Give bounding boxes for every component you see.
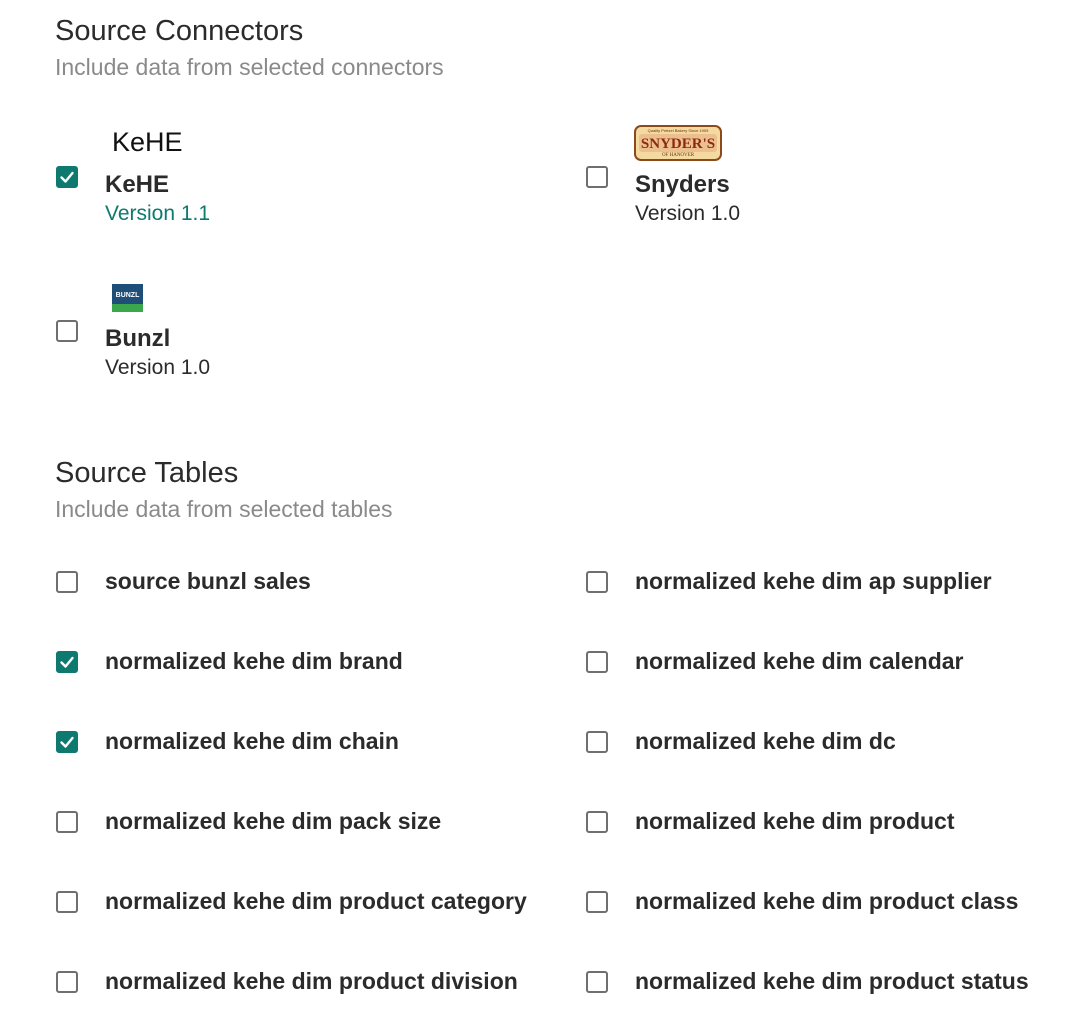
table-label[interactable]: normalized kehe dim dc (635, 727, 896, 755)
checkmark-icon (60, 171, 74, 183)
table-label[interactable]: normalized kehe dim ap supplier (635, 567, 992, 595)
table-label[interactable]: normalized kehe dim chain (105, 727, 399, 755)
table-checkbox[interactable] (586, 731, 608, 753)
table-checkbox[interactable] (56, 891, 78, 913)
table-checkbox[interactable] (56, 811, 78, 833)
connector-checkbox-bunzl[interactable] (56, 320, 78, 342)
connector-version-snyders: Version 1.0 (635, 202, 741, 225)
table-label[interactable]: normalized kehe dim pack size (105, 807, 441, 835)
connector-name-kehe: KeHE (105, 171, 170, 198)
kehe-logo: KeHE (112, 127, 183, 157)
checkmark-icon (60, 736, 74, 748)
table-label[interactable]: normalized kehe dim product division (105, 967, 518, 995)
connector-version-kehe: Version 1.1 (105, 202, 211, 225)
connectors-section-title: Source Connectors (55, 15, 304, 47)
connector-version-bunzl: Version 1.0 (105, 356, 211, 379)
connector-checkbox-kehe[interactable] (56, 166, 78, 188)
table-label[interactable]: normalized kehe dim calendar (635, 647, 964, 675)
table-checkbox[interactable] (586, 651, 608, 673)
table-label[interactable]: normalized kehe dim product (635, 807, 955, 835)
connector-checkbox-snyders[interactable] (586, 166, 608, 188)
table-checkbox[interactable] (586, 811, 608, 833)
table-checkbox[interactable] (586, 971, 608, 993)
table-checkbox[interactable] (56, 971, 78, 993)
bunzl-logo: BUNZL (112, 284, 143, 312)
svg-text:SNYDER'S: SNYDER'S (641, 136, 715, 152)
tables-section-title: Source Tables (55, 457, 239, 489)
table-checkbox[interactable] (586, 891, 608, 913)
table-label[interactable]: normalized kehe dim product category (105, 887, 527, 915)
table-label[interactable]: normalized kehe dim product status (635, 967, 1029, 995)
checkmark-icon (60, 656, 74, 668)
table-checkbox[interactable] (586, 571, 608, 593)
svg-text:OF HANOVER: OF HANOVER (662, 153, 695, 158)
table-checkbox[interactable] (56, 731, 78, 753)
tables-section-subtitle: Include data from selected tables (55, 496, 393, 522)
svg-text:Quality Pretzel Bakery Since 1: Quality Pretzel Bakery Since 1909 (648, 128, 709, 133)
connectors-section-subtitle: Include data from selected connectors (55, 54, 444, 80)
connector-name-bunzl: Bunzl (105, 325, 171, 352)
snyders-logo: Quality Pretzel Bakery Since 1909 SNYDER… (634, 125, 722, 161)
connector-name-snyders: Snyders (635, 171, 730, 198)
svg-text:BUNZL: BUNZL (116, 292, 140, 299)
table-label[interactable]: source bunzl sales (105, 567, 311, 595)
table-checkbox[interactable] (56, 651, 78, 673)
table-checkbox[interactable] (56, 571, 78, 593)
table-label[interactable]: normalized kehe dim product class (635, 887, 1018, 915)
table-label[interactable]: normalized kehe dim brand (105, 647, 403, 675)
